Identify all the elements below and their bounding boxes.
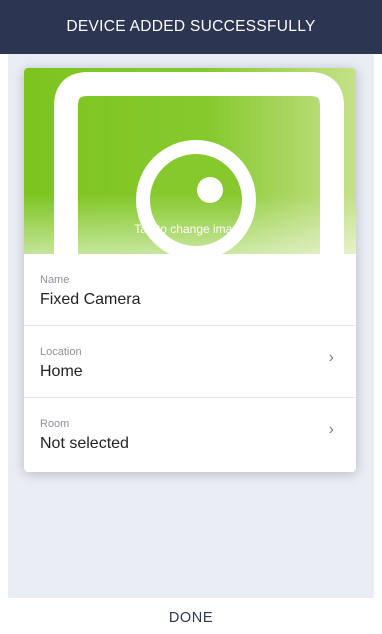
title-bar: DEVICE ADDED SUCCESSFULLY (0, 0, 382, 54)
room-label: Room (40, 418, 70, 430)
chevron-right-icon: › (328, 349, 334, 366)
room-value: Not selected (40, 435, 129, 452)
device-card: Tap to change image Name Fixed Camera Lo… (24, 68, 356, 472)
name-label: Name (40, 274, 70, 286)
name-field[interactable]: Name Fixed Camera (24, 254, 356, 326)
room-selector[interactable]: Room Not selected › (24, 398, 356, 470)
change-image-caption: Tap to change image (134, 222, 246, 236)
name-value: Fixed Camera (40, 291, 141, 308)
location-selector[interactable]: Location Home › (24, 326, 356, 398)
device-image-button[interactable]: Tap to change image (24, 68, 356, 254)
location-value: Home (40, 363, 83, 380)
location-label: Location (40, 346, 82, 358)
chevron-right-icon: › (328, 421, 334, 438)
done-button[interactable]: DONE (0, 610, 382, 626)
page-title: DEVICE ADDED SUCCESSFULLY (66, 18, 316, 35)
